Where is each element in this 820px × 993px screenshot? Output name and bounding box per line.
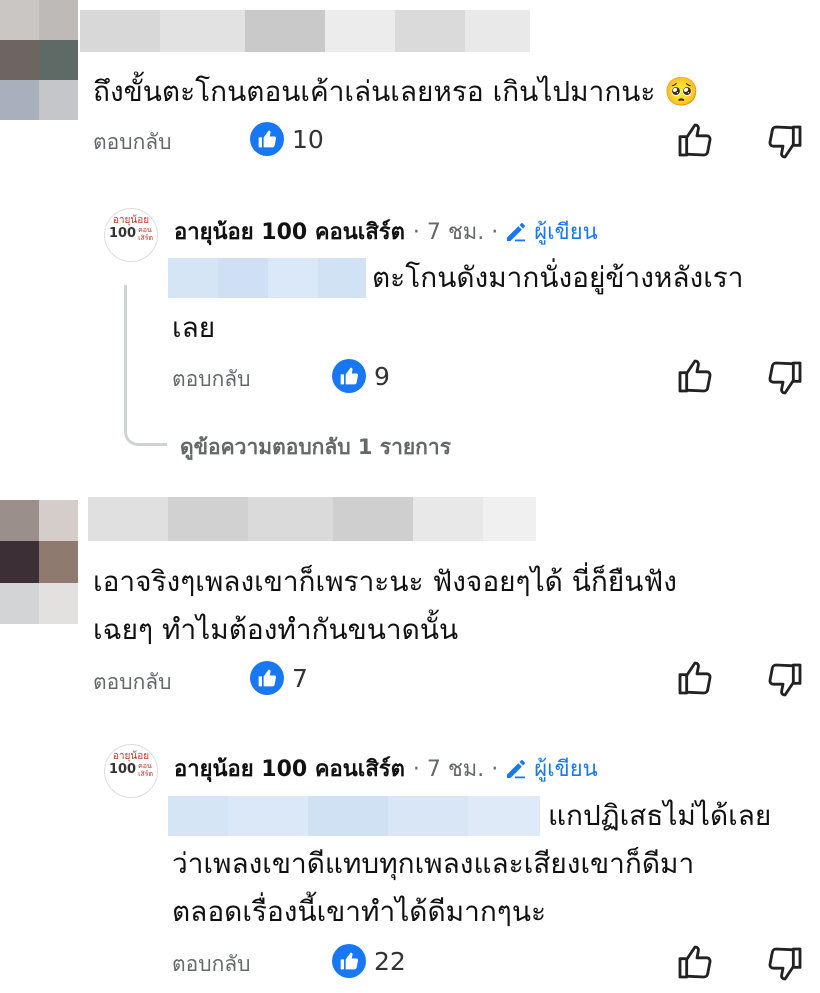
author-badge: ผู้เขียน bbox=[504, 751, 598, 786]
thumbs-up-icon bbox=[332, 359, 366, 393]
reply-text: เลย bbox=[172, 311, 216, 344]
like-count: 22 bbox=[374, 946, 406, 976]
view-replies-link[interactable]: ดูข้อความตอบกลับ 1 รายการ bbox=[180, 431, 451, 464]
page-avatar-number: 100 bbox=[108, 762, 137, 777]
thumbs-down-outline-icon[interactable] bbox=[765, 944, 805, 984]
reply-text: ว่าเพลงเขาดีแทบทุกเพลงและเสียงเขาก็ดีมา bbox=[172, 847, 695, 880]
reply-text: ตะโกนดังมากนั่งอยู่ข้างหลังเรา bbox=[372, 261, 744, 294]
like-count-badge[interactable]: 9 bbox=[332, 359, 390, 393]
author-badge-label: ผู้เขียน bbox=[534, 757, 598, 782]
like-count: 7 bbox=[292, 663, 308, 693]
thumbs-up-outline-icon[interactable] bbox=[675, 120, 715, 160]
thumbs-up-icon bbox=[332, 944, 366, 978]
thumbs-up-outline-icon[interactable] bbox=[675, 658, 715, 698]
pencil-icon bbox=[507, 222, 526, 241]
page-avatar-text: อายุน้อย bbox=[112, 215, 150, 226]
author-name[interactable]: อายุน้อย 100 คอนเสิร์ต bbox=[174, 751, 405, 786]
reply-button[interactable]: ตอบกลับ bbox=[93, 126, 172, 159]
reply-button[interactable]: ตอบกลับ bbox=[172, 948, 251, 981]
author-badge-label: ผู้เขียน bbox=[534, 220, 598, 245]
thumbs-up-icon bbox=[250, 122, 284, 156]
comment-text: เอาจริงๆเพลงเขาก็เพราะนะ ฟังจอยๆได้ นี่ก… bbox=[93, 565, 677, 598]
mentioned-name-blurred[interactable] bbox=[168, 796, 540, 836]
thumbs-down-outline-icon[interactable] bbox=[765, 122, 805, 162]
page-avatar[interactable]: อายุน้อย 100 คอน เสิร์ต bbox=[104, 744, 158, 798]
page-avatar-text: คอน bbox=[138, 762, 152, 770]
author-badge: ผู้เขียน bbox=[504, 214, 598, 249]
thumbs-down-outline-icon[interactable] bbox=[765, 358, 805, 398]
like-count: 10 bbox=[292, 124, 324, 154]
page-avatar-text: เสิร์ต bbox=[138, 770, 154, 778]
mentioned-name-blurred[interactable] bbox=[168, 258, 366, 298]
like-count-badge[interactable]: 10 bbox=[250, 122, 324, 156]
like-count-badge[interactable]: 22 bbox=[332, 944, 406, 978]
page-avatar-text: เสิร์ต bbox=[138, 234, 154, 242]
thumbs-up-icon bbox=[250, 661, 284, 695]
thread-connector bbox=[124, 285, 167, 446]
reply-header: อายุน้อย 100 คอนเสิร์ต · 7 ชม. · ผู้เขีย… bbox=[174, 751, 598, 786]
timestamp[interactable]: · 7 ชม. · bbox=[413, 214, 498, 249]
comment-text: ถึงขั้นตะโกนตอนเค้าเล่นเลยหรอ เกินไปมากน… bbox=[93, 75, 700, 108]
reply-button[interactable]: ตอบกลับ bbox=[172, 363, 251, 396]
thumbs-up-outline-icon[interactable] bbox=[675, 356, 715, 396]
user-avatar-blurred[interactable] bbox=[0, 500, 78, 624]
author-name[interactable]: อายุน้อย 100 คอนเสิร์ต bbox=[174, 214, 405, 249]
page-avatar[interactable]: อายุน้อย 100 คอน เสิร์ต bbox=[104, 208, 158, 262]
like-count-badge[interactable]: 7 bbox=[250, 661, 308, 695]
thumbs-down-outline-icon[interactable] bbox=[765, 660, 805, 700]
user-avatar-blurred[interactable] bbox=[0, 0, 78, 120]
page-avatar-text: คอน bbox=[138, 226, 152, 234]
reply-text: ตลอดเรื่องนี้เขาทำได้ดีมากๆนะ bbox=[172, 895, 546, 928]
username-blurred[interactable] bbox=[80, 10, 530, 52]
reply-text: แกปฏิเสธไม่ได้เลย bbox=[548, 799, 772, 832]
username-blurred[interactable] bbox=[88, 497, 536, 541]
comment-text: เฉยๆ ทำไมต้องทำกันขนาดนั้น bbox=[93, 613, 459, 646]
pencil-icon bbox=[507, 759, 526, 778]
page-avatar-number: 100 bbox=[108, 226, 137, 241]
reply-button[interactable]: ตอบกลับ bbox=[93, 666, 172, 699]
page-avatar-text: อายุน้อย bbox=[112, 751, 150, 762]
thumbs-up-outline-icon[interactable] bbox=[675, 942, 715, 982]
reply-header: อายุน้อย 100 คอนเสิร์ต · 7 ชม. · ผู้เขีย… bbox=[174, 214, 598, 249]
timestamp[interactable]: · 7 ชม. · bbox=[413, 751, 498, 786]
like-count: 9 bbox=[374, 361, 390, 391]
